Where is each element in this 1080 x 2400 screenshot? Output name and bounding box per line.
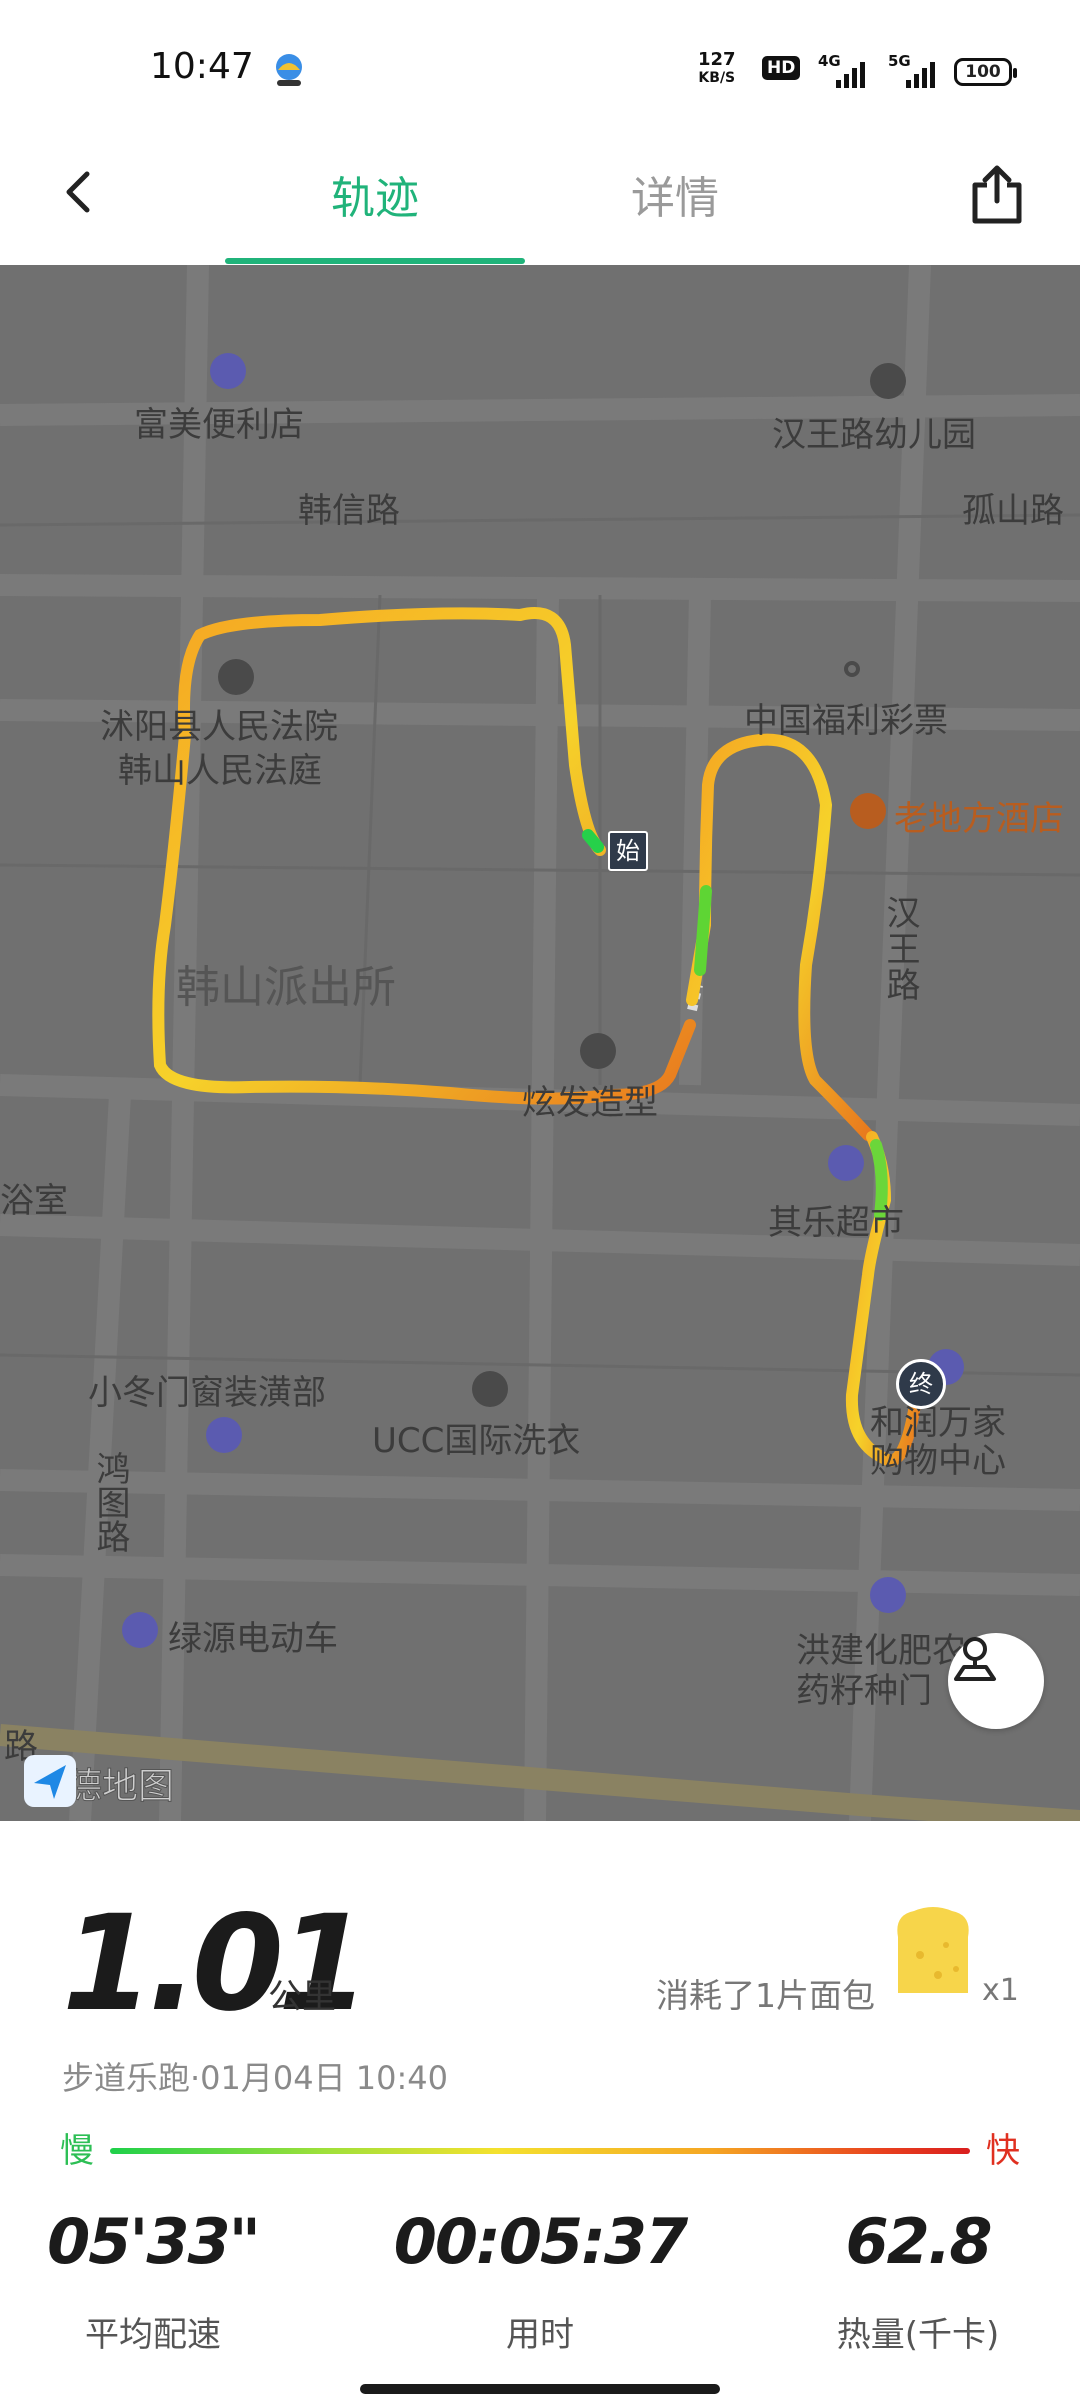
distance-unit: 公里 [268,1977,336,2017]
poi-lottery: 中国福利彩票 [744,701,948,741]
share-button[interactable] [962,156,1032,232]
amap-logo-icon [24,1755,76,1807]
share-icon [972,165,1022,224]
poi-lvyuan: 绿源电动车 [168,1619,338,1659]
active-tab-indicator [225,258,525,264]
road-hetu: 鸿图路 [90,1451,130,1553]
status-bar: 10:47 127 KB/S HD 4G 5G 100 [0,0,1080,140]
home-indicator[interactable] [360,2384,720,2394]
amap-logo: 高德地图 [22,1753,175,1813]
avg-pace-label: 平均配速 [85,2315,221,2355]
end-marker: 终 [896,1359,946,1409]
poi-court-2: 韩山人民法庭 [118,751,322,791]
signal-bars-icon [906,62,935,88]
locate-route-button[interactable] [948,1633,1044,1729]
poi-fumei: 富美便利店 [134,405,304,445]
network-speed: 127 KB/S [698,50,736,88]
duration-value: 00:05:37 [393,2205,688,2278]
chevron-left-icon [66,171,90,213]
calorie-equivalent-text: 消耗了1片面包 [656,1976,875,2015]
avg-pace-value: 05'33" [47,2205,261,2278]
route-map[interactable]: 富美便利店 汉王路幼儿园 韩信路 孤山路 沭阳县人民法院 韩山人民法庭 中国福利… [0,265,1080,1821]
tab-detail[interactable]: 详情 [525,162,825,232]
hd-voice-badge: HD [762,56,801,80]
tab-track[interactable]: 轨迹 [225,162,525,232]
calories-label: 热量(千卡) [836,2315,1000,2355]
network-speed-value: 127 [698,49,736,70]
calories-value: 62.8 [845,2205,993,2278]
poi-bath: 浴室 [0,1181,68,1221]
map-roads [0,265,1080,1821]
poi-qile: 其乐超市 [768,1203,904,1243]
pace-slow-label: 慢 [60,2131,94,2171]
run-info: 步道乐跑·01月04日 10:40 [62,2059,449,2097]
top-nav: 轨迹 详情 [0,140,1080,265]
bread-count: x1 [982,1973,1019,2008]
start-marker: 始 [608,831,648,871]
road-hanwang: 汉王路 [880,895,920,1003]
road-gushan: 孤山路 [962,491,1064,531]
bread-icon [897,1907,969,1993]
app-notification-icon [276,54,302,86]
poi-herun-2: 购物中心 [870,1441,1006,1481]
poi-salon: 炫发造型 [522,1083,658,1123]
location-pin-icon [954,1637,996,1681]
network-speed-unit: KB/S [698,70,736,86]
poi-kindergarten: 汉王路幼儿园 [772,415,976,455]
poi-hotel: 老地方酒店 [894,799,1064,839]
poi-police: 韩山派出所 [176,962,396,1013]
run-summary: 1.01 公里 消耗了1片面包 x1 步道乐跑·01月04日 10:40 慢 快… [0,1821,1080,2400]
pace-fast-label: 快 [986,2131,1020,2171]
poi-court: 沭阳县人民法院 [100,707,338,747]
poi-hongjian-2: 药籽种门 [796,1671,932,1711]
battery-icon: 100 [954,58,1017,86]
pace-legend-bar [110,2148,970,2154]
road-hanxin: 韩信路 [298,491,400,531]
back-button[interactable] [48,162,108,222]
status-time: 10:47 [150,46,254,87]
poi-ucc: UCC国际洗衣 [372,1421,581,1461]
duration-label: 用时 [506,2315,574,2355]
signal-bars-icon [836,62,865,88]
poi-xiaodongmen: 小冬门窗装潢部 [88,1373,326,1413]
